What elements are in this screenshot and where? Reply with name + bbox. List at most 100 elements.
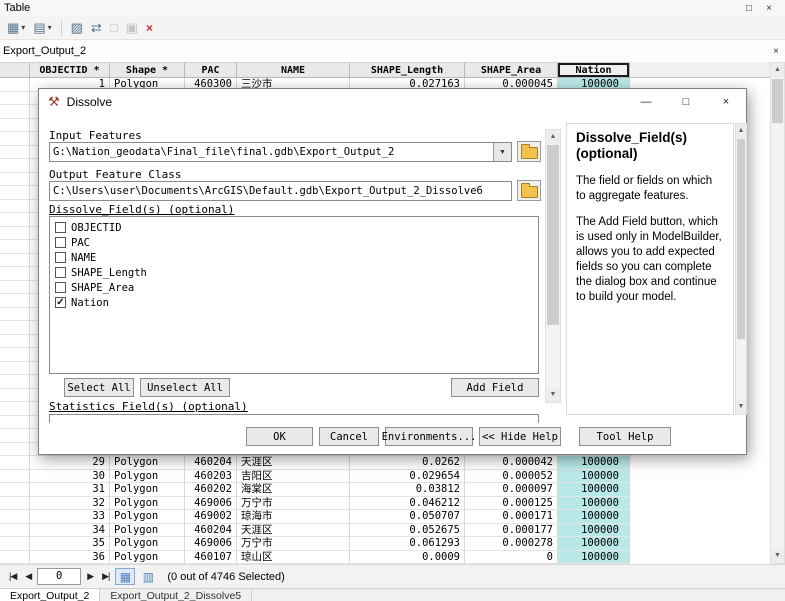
- input-features-combobox[interactable]: G:\Nation_geodata\Final_file\final.gdb\E…: [49, 142, 512, 162]
- checkbox-icon[interactable]: [55, 222, 66, 233]
- row-selector[interactable]: [0, 524, 30, 538]
- row-selector[interactable]: [0, 308, 30, 322]
- tool-help-button[interactable]: Tool Help: [579, 427, 671, 446]
- browse-input-button[interactable]: [517, 141, 541, 162]
- field-checkbox-item[interactable]: NAME: [52, 250, 536, 265]
- field-checkbox-item[interactable]: PAC: [52, 235, 536, 250]
- row-selector[interactable]: [0, 456, 30, 470]
- chevron-down-icon[interactable]: ▼: [493, 143, 511, 161]
- row-selector[interactable]: [0, 551, 30, 565]
- environments-button[interactable]: Environments...: [385, 427, 473, 446]
- row-selector[interactable]: [0, 213, 30, 227]
- add-field-button[interactable]: Add Field: [451, 378, 539, 397]
- row-selector[interactable]: [0, 443, 30, 457]
- row-selector[interactable]: [0, 254, 30, 268]
- checkbox-icon[interactable]: [55, 282, 66, 293]
- pane-close-icon[interactable]: ×: [773, 46, 779, 57]
- row-selector[interactable]: [0, 537, 30, 551]
- hide-help-button[interactable]: << Hide Help: [479, 427, 561, 446]
- row-selector[interactable]: [0, 294, 30, 308]
- show-selected-records-button[interactable]: ▥: [138, 568, 158, 585]
- first-record-button[interactable]: |◀: [6, 569, 19, 584]
- row-selector[interactable]: [0, 267, 30, 281]
- cancel-button[interactable]: Cancel: [319, 427, 379, 446]
- table-row[interactable]: 31 Polygon 460202 海棠区 0.03812 0.000097 1…: [0, 483, 770, 497]
- scroll-down-icon[interactable]: ▼: [546, 388, 560, 402]
- ok-button[interactable]: OK: [246, 427, 313, 446]
- column-header-shape[interactable]: Shape *: [110, 62, 185, 78]
- tab-export-output-2-dissolve5[interactable]: Export_Output_2_Dissolve5: [100, 589, 252, 601]
- delete-selected-button[interactable]: ×: [143, 18, 156, 38]
- clear-selection-button[interactable]: □: [107, 18, 121, 38]
- row-selector[interactable]: [0, 159, 30, 173]
- dialog-parameters-scrollbar[interactable]: ▲ ▼: [545, 129, 561, 403]
- record-number-input[interactable]: 0: [37, 568, 81, 585]
- row-selector[interactable]: [0, 173, 30, 187]
- dissolve-fields-list[interactable]: OBJECTID PAC NAME SHAPE_Length SHAPE_Are…: [49, 216, 539, 374]
- row-selector[interactable]: [0, 375, 30, 389]
- column-header-shape-length[interactable]: SHAPE_Length: [350, 62, 465, 78]
- dialog-titlebar[interactable]: ⚒ Dissolve — □ ×: [39, 89, 746, 115]
- column-header-shape-area[interactable]: SHAPE_Area: [465, 62, 558, 78]
- table-row[interactable]: 36 Polygon 460107 琼山区 0.0009 0 100000: [0, 551, 770, 565]
- select-by-attributes-button[interactable]: ▨: [68, 18, 86, 38]
- row-selector[interactable]: [0, 186, 30, 200]
- table-vertical-scrollbar[interactable]: ▲ ▼: [770, 62, 785, 564]
- row-selector[interactable]: [0, 348, 30, 362]
- checkbox-icon[interactable]: ✓: [55, 297, 66, 308]
- maximize-icon[interactable]: □: [666, 89, 706, 115]
- scroll-up-icon[interactable]: ▲: [771, 63, 784, 77]
- checkbox-icon[interactable]: [55, 237, 66, 248]
- field-checkbox-item[interactable]: OBJECTID: [52, 220, 536, 235]
- column-header-name[interactable]: NAME: [237, 62, 350, 78]
- statistics-fields-list[interactable]: [49, 414, 539, 423]
- scroll-down-icon[interactable]: ▼: [736, 400, 746, 414]
- scroll-down-icon[interactable]: ▼: [771, 549, 784, 563]
- help-panel-scrollbar[interactable]: ▲ ▼: [735, 123, 747, 415]
- show-all-records-button[interactable]: ▦: [115, 568, 135, 585]
- column-header-nation[interactable]: Nation: [558, 62, 630, 78]
- field-checkbox-item[interactable]: SHAPE_Area: [52, 280, 536, 295]
- switch-selection-button[interactable]: ⇄: [88, 18, 105, 38]
- checkbox-icon[interactable]: [55, 252, 66, 263]
- previous-record-button[interactable]: ◀: [22, 569, 34, 584]
- close-icon[interactable]: ×: [759, 3, 779, 14]
- field-checkbox-item[interactable]: ✓ Nation: [52, 295, 536, 310]
- close-icon[interactable]: ×: [706, 89, 746, 115]
- row-selector[interactable]: [0, 402, 30, 416]
- column-header-pac[interactable]: PAC: [185, 62, 237, 78]
- table-row[interactable]: 35 Polygon 469006 万宁市 0.061293 0.000278 …: [0, 537, 770, 551]
- row-selector[interactable]: [0, 78, 30, 92]
- row-selector[interactable]: [0, 483, 30, 497]
- table-row[interactable]: 32 Polygon 469006 万宁市 0.046212 0.000125 …: [0, 497, 770, 511]
- row-selector[interactable]: [0, 429, 30, 443]
- row-selector[interactable]: [0, 389, 30, 403]
- maximize-icon[interactable]: □: [739, 3, 759, 14]
- row-selector[interactable]: [0, 132, 30, 146]
- table-row[interactable]: 33 Polygon 469002 琼海市 0.050707 0.000171 …: [0, 510, 770, 524]
- zoom-to-selected-button[interactable]: ▣: [123, 18, 141, 38]
- unselect-all-button[interactable]: Unselect All: [140, 378, 230, 397]
- next-record-button[interactable]: ▶: [84, 569, 96, 584]
- table-row[interactable]: 30 Polygon 460203 吉阳区 0.029654 0.000052 …: [0, 470, 770, 484]
- row-selector[interactable]: [0, 335, 30, 349]
- row-selector[interactable]: [0, 510, 30, 524]
- table-options-button[interactable]: ▦ ▾: [4, 18, 28, 38]
- scrollbar-thumb[interactable]: [737, 139, 745, 339]
- row-selector[interactable]: [0, 416, 30, 430]
- related-tables-button[interactable]: ▤ ▾: [30, 18, 54, 38]
- table-row[interactable]: 34 Polygon 460204 天涯区 0.052675 0.000177 …: [0, 524, 770, 538]
- output-feature-class-input[interactable]: C:\Users\user\Documents\ArcGIS\Default.g…: [49, 181, 512, 201]
- row-selector[interactable]: [0, 105, 30, 119]
- header-row-selector[interactable]: [0, 62, 30, 78]
- row-selector[interactable]: [0, 200, 30, 214]
- row-selector[interactable]: [0, 497, 30, 511]
- column-header-objectid[interactable]: OBJECTID *: [30, 62, 110, 78]
- last-record-button[interactable]: ▶|: [99, 569, 112, 584]
- row-selector[interactable]: [0, 146, 30, 160]
- row-selector[interactable]: [0, 470, 30, 484]
- row-selector[interactable]: [0, 362, 30, 376]
- scroll-up-icon[interactable]: ▲: [546, 130, 560, 144]
- field-checkbox-item[interactable]: SHAPE_Length: [52, 265, 536, 280]
- select-all-button[interactable]: Select All: [64, 378, 134, 397]
